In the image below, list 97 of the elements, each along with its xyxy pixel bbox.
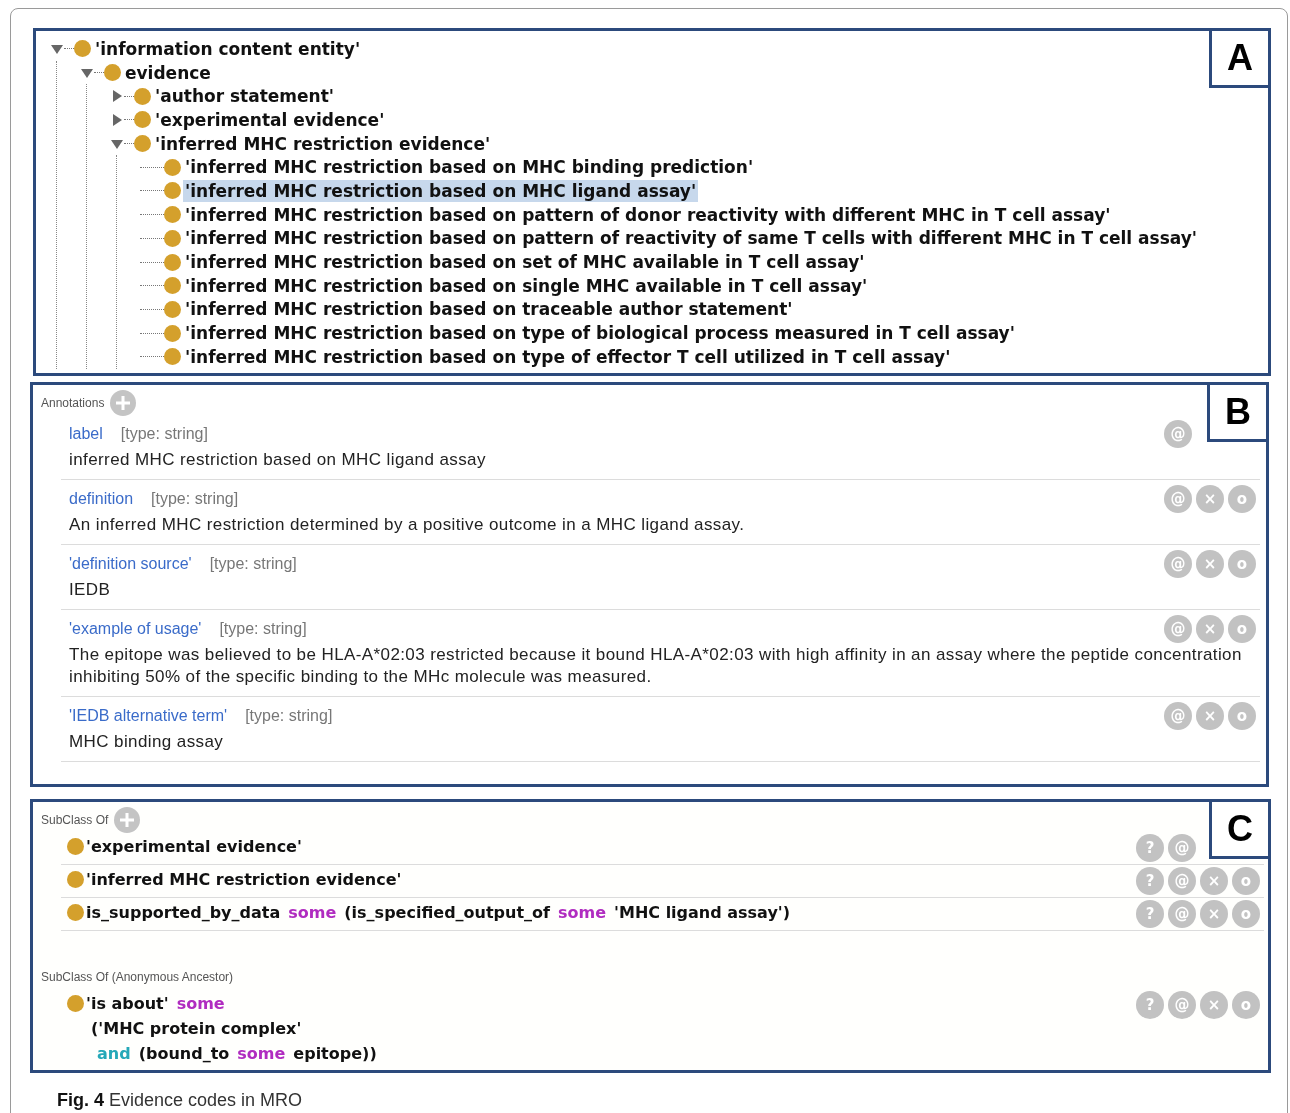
class-dot-icon: [164, 300, 181, 318]
row-action-button[interactable]: @: [1164, 485, 1192, 513]
annotation-value: inferred MHC restriction based on MHC ligand assay: [69, 449, 487, 471]
section-title: Annotations: [41, 396, 105, 410]
row-action-button[interactable]: o: [1232, 900, 1260, 928]
row-action-button[interactable]: @: [1168, 834, 1196, 862]
row-action-button[interactable]: ?: [1136, 867, 1164, 895]
property-link[interactable]: label: [69, 425, 103, 443]
class-tree-item[interactable]: 'information content entity': [93, 37, 363, 60]
row-action-button[interactable]: o: [1228, 550, 1256, 578]
class-dot-icon: [164, 253, 181, 271]
property-link[interactable]: 'definition source': [69, 555, 192, 573]
row-action-button[interactable]: ×: [1200, 900, 1228, 928]
type-label: [type: string]: [120, 425, 208, 443]
expression-token: some: [176, 994, 225, 1013]
row-action-button[interactable]: o: [1228, 485, 1256, 513]
property-link[interactable]: 'IEDB alternative term': [69, 707, 228, 725]
row-action-button[interactable]: o: [1228, 702, 1256, 730]
row-action-button[interactable]: ×: [1196, 615, 1224, 643]
class-dot-icon: [67, 995, 84, 1012]
expression-token: some: [558, 903, 607, 922]
class-tree-item[interactable]: 'inferred MHC restriction based on type of effector T cell utilized in T cell assay': [183, 345, 953, 368]
class-tree-item[interactable]: 'inferred MHC restriction based on MHC binding prediction': [183, 156, 756, 179]
class-dot-icon: [164, 206, 181, 224]
row-action-button[interactable]: o: [1228, 615, 1256, 643]
class-dot-icon: [134, 135, 151, 153]
class-dot-icon: [164, 348, 181, 366]
class-tree-item[interactable]: 'inferred MHC restriction based on set of MHC available in T cell assay': [183, 251, 867, 274]
class-dot-icon: [67, 838, 84, 855]
class-tree-item[interactable]: 'inferred MHC restriction evidence': [153, 132, 493, 155]
expand-triangle-icon[interactable]: [110, 89, 124, 104]
class-dot-icon: [164, 158, 181, 176]
class-dot-icon: [67, 904, 84, 921]
class-dot-icon: [134, 111, 151, 129]
type-label: [type: string]: [219, 620, 307, 638]
class-tree-item[interactable]: 'inferred MHC restriction based on single MHC available in T cell assay': [183, 274, 870, 297]
expression-token: some: [288, 903, 337, 922]
row-action-button[interactable]: @: [1168, 991, 1196, 1019]
row-action-button[interactable]: @: [1164, 550, 1192, 578]
property-link[interactable]: definition: [69, 490, 134, 508]
expression-token: 'MHC ligand assay'): [614, 903, 791, 922]
class-dot-icon: [164, 229, 181, 247]
class-tree-item[interactable]: 'inferred MHC restriction based on pattern of donor reactivity with different MHC in T cell assay': [183, 203, 1113, 226]
row-action-button[interactable]: @: [1164, 420, 1192, 448]
expression-token: (is_specified_output_of: [344, 903, 551, 922]
class-dot-icon: [74, 40, 91, 58]
row-action-button[interactable]: ×: [1196, 550, 1224, 578]
class-tree-item[interactable]: 'inferred MHC restriction based on MHC ligand assay': [183, 179, 699, 202]
annotation-value: The epitope was believed to be HLA-A*02:03 restricted because it bound HLA-A*02:03 with high affinity in an assay where the peptide concentration inhibiting 50% of the specific binding to the MHc molecule was measured.: [69, 644, 1243, 688]
expand-triangle-icon[interactable]: [110, 112, 124, 127]
panel-letter: A: [1209, 31, 1268, 88]
expression-token: 'inferred MHC restriction evidence': [86, 870, 402, 889]
class-dot-icon: [67, 871, 84, 888]
class-tree-item[interactable]: 'inferred MHC restriction based on pattern of reactivity of same T cells with different MHC in T cell assay': [183, 227, 1200, 250]
class-dot-icon: [104, 64, 121, 82]
row-action-button[interactable]: o: [1232, 991, 1260, 1019]
expression-token: some: [237, 1044, 286, 1063]
panel-letter: B: [1207, 382, 1269, 442]
row-action-button[interactable]: @: [1164, 615, 1192, 643]
class-dot-icon: [134, 87, 151, 105]
row-action-button[interactable]: ×: [1200, 991, 1228, 1019]
property-link[interactable]: 'example of usage': [69, 620, 202, 638]
figure-caption: Fig. 4 Evidence codes in MRO: [57, 1090, 304, 1111]
annotation-value: MHC binding assay: [69, 731, 225, 753]
expression-token: and: [97, 1044, 131, 1063]
expression-token: (bound_to: [138, 1044, 230, 1063]
section-title: SubClass Of: [41, 813, 109, 827]
row-action-button[interactable]: ×: [1196, 702, 1224, 730]
expression-token: is_supported_by_data: [86, 903, 281, 922]
row-action-button[interactable]: ?: [1136, 834, 1164, 862]
row-action-button[interactable]: ×: [1200, 867, 1228, 895]
expression-token: 'is about': [86, 994, 169, 1013]
type-label: [type: string]: [209, 555, 297, 573]
section-title: SubClass Of (Anonymous Ancestor): [41, 970, 234, 984]
annotation-value: An inferred MHC restriction determined by a positive outcome in a MHC ligand assay.: [69, 514, 746, 536]
class-tree-item[interactable]: 'author statement': [153, 85, 337, 108]
row-action-button[interactable]: @: [1164, 702, 1192, 730]
row-action-button[interactable]: @: [1168, 900, 1196, 928]
row-action-button[interactable]: ×: [1196, 485, 1224, 513]
annotation-value: IEDB: [69, 579, 112, 601]
class-dot-icon: [164, 277, 181, 295]
expression-token: epitope)): [293, 1044, 377, 1063]
class-tree-item[interactable]: 'experimental evidence': [153, 108, 387, 131]
type-label: [type: string]: [151, 490, 239, 508]
class-dot-icon: [164, 182, 181, 200]
expression-token: 'experimental evidence': [86, 837, 302, 856]
class-dot-icon: [164, 324, 181, 342]
panel-letter: C: [1209, 799, 1271, 859]
class-tree-item[interactable]: 'inferred MHC restriction based on traceable author statement': [183, 298, 795, 321]
row-action-button[interactable]: o: [1232, 867, 1260, 895]
expression-token: ('MHC protein complex': [91, 1019, 302, 1038]
type-label: [type: string]: [245, 707, 333, 725]
row-action-button[interactable]: ?: [1136, 900, 1164, 928]
class-tree-item[interactable]: evidence: [123, 61, 213, 84]
row-action-button[interactable]: ?: [1136, 991, 1164, 1019]
row-action-button[interactable]: @: [1168, 867, 1196, 895]
class-tree-item[interactable]: 'inferred MHC restriction based on type of biological process measured in T cell assay': [183, 322, 1017, 345]
